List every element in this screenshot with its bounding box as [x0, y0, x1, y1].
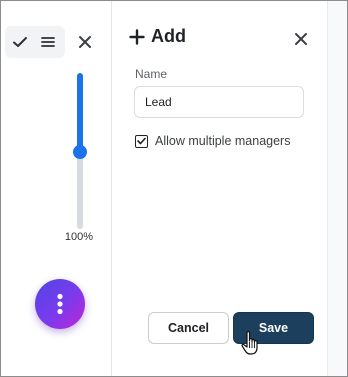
close-panel-button[interactable] — [74, 31, 96, 53]
add-dialog: Add Name Allow multiple managers Cancel … — [112, 1, 327, 376]
left-toolbar: 100% — [1, 1, 112, 376]
list-view-button[interactable] — [35, 30, 61, 54]
zoom-slider-fill — [77, 73, 83, 152]
save-button[interactable]: Save — [233, 312, 314, 344]
zoom-slider-thumb[interactable] — [73, 145, 87, 159]
close-icon — [295, 33, 307, 45]
menu-icon — [41, 37, 55, 47]
dialog-close-button[interactable] — [290, 28, 312, 50]
view-toggle-group — [5, 26, 65, 58]
checkbox-box[interactable] — [135, 134, 148, 148]
name-field-label: Name — [135, 67, 168, 81]
panel-right-edge — [327, 1, 347, 376]
close-icon — [79, 36, 91, 48]
window-frame: 100% Add Name Lead Allow multiple manage… — [0, 0, 348, 377]
check-icon — [13, 37, 27, 47]
dialog-title: Add — [129, 26, 186, 47]
more-vertical-icon — [57, 293, 63, 315]
name-input[interactable] — [134, 86, 304, 118]
cancel-button[interactable]: Cancel — [148, 312, 229, 344]
zoom-level-label: 100% — [64, 231, 94, 243]
dialog-title-text: Add — [151, 26, 186, 46]
check-view-button[interactable] — [7, 30, 33, 54]
more-actions-button[interactable] — [35, 279, 85, 329]
allow-multiple-managers-checkbox[interactable]: Allow multiple managers — [135, 134, 290, 148]
checkbox-check-icon — [137, 137, 146, 145]
checkbox-label: Allow multiple managers — [155, 134, 291, 148]
plus-icon — [129, 28, 145, 45]
